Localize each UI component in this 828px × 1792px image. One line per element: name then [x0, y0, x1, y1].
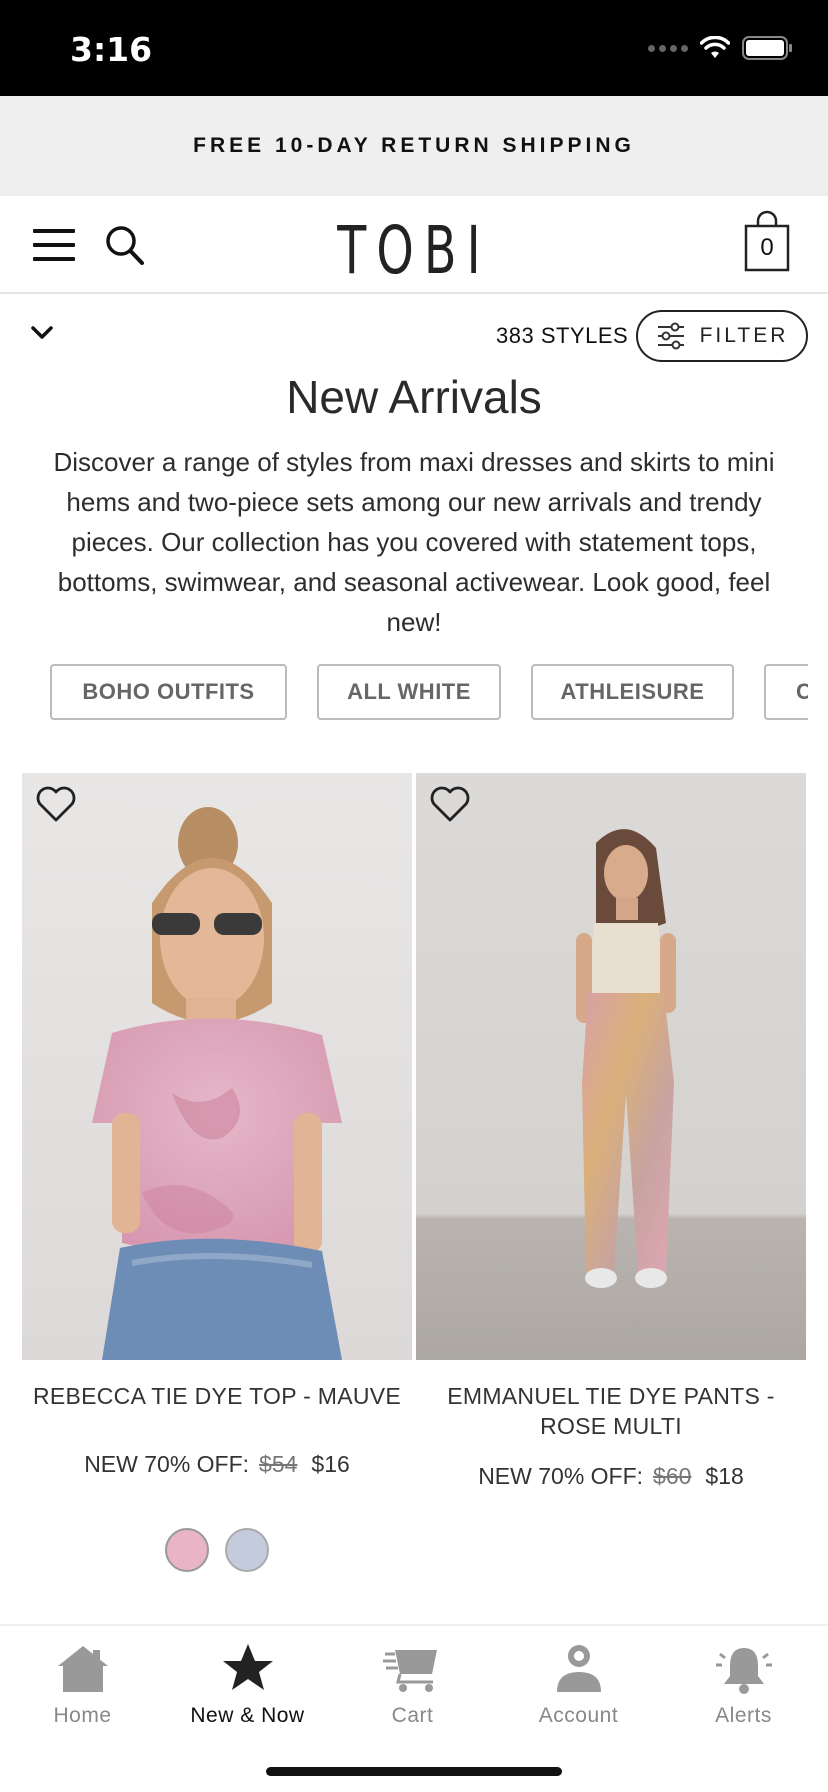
promo-banner[interactable]: FREE 10-DAY RETURN SHIPPING [0, 96, 828, 196]
status-icons [648, 36, 794, 60]
product-name[interactable]: REBECCA TIE DYE TOP - MAUVE [22, 1381, 412, 1411]
filter-button[interactable]: FILTER [636, 310, 808, 362]
product-photo-tie-dye-pants [416, 773, 806, 1360]
status-time: 3:16 [70, 30, 153, 69]
tab-account[interactable]: Account [496, 1640, 661, 1740]
hamburger-menu-icon[interactable] [33, 229, 75, 261]
page-title: New Arrivals [286, 371, 542, 423]
status-bar: 3:16 [0, 0, 828, 96]
sale-price: $18 [705, 1463, 744, 1489]
product-image[interactable] [22, 773, 412, 1360]
cellular-signal-icon [648, 44, 688, 52]
chip-partial[interactable]: C [764, 664, 808, 720]
styles-count: 383 STYLES [496, 323, 629, 348]
filter-label: FILTER [699, 324, 789, 347]
tab-label: Alerts [715, 1704, 772, 1727]
tab-label: Account [538, 1704, 619, 1727]
tab-label: New & Now [190, 1704, 305, 1727]
shopping-bag-button[interactable]: 0 [744, 210, 790, 272]
chip-all-white[interactable]: ALL WHITE [317, 664, 501, 720]
home-indicator[interactable] [266, 1767, 562, 1776]
original-price: $60 [653, 1463, 692, 1489]
product-price: NEW 70% OFF: $60 $18 [416, 1463, 806, 1490]
product-image[interactable] [416, 773, 806, 1360]
chip-athleisure[interactable]: ATHLEISURE [531, 664, 734, 720]
cart-icon [382, 1650, 437, 1692]
color-swatch-mauve[interactable] [165, 1528, 209, 1572]
heart-icon[interactable] [429, 785, 471, 823]
cart-count: 0 [760, 234, 774, 261]
product-photo-tie-dye-top [22, 773, 412, 1360]
original-price: $54 [259, 1451, 298, 1477]
tab-new-now[interactable]: New & Now [165, 1640, 330, 1740]
app-header: TOBI 0 [0, 196, 828, 294]
price-label: NEW 70% OFF: [478, 1463, 644, 1489]
price-label: NEW 70% OFF: [84, 1451, 250, 1477]
account-icon [556, 1645, 601, 1692]
chip-boho-outfits[interactable]: BOHO OUTFITS [50, 664, 287, 720]
filter-sliders-icon [657, 322, 684, 350]
page-description: Discover a range of styles from maxi dre… [53, 447, 775, 637]
category-chips[interactable]: BOHO OUTFITS ALL WHITE ATHLEISURE C [50, 664, 808, 720]
tab-cart[interactable]: Cart [330, 1640, 495, 1740]
sale-price: $16 [311, 1451, 350, 1477]
home-icon [57, 1646, 108, 1692]
wifi-icon [700, 36, 730, 58]
tab-alerts[interactable]: Alerts [661, 1640, 826, 1740]
battery-icon [742, 36, 792, 60]
bell-icon [715, 1648, 772, 1694]
product-price: NEW 70% OFF: $54 $16 [22, 1451, 412, 1478]
brand-logo[interactable]: TOBI [116, 212, 712, 289]
product-name[interactable]: EMMANUEL TIE DYE PANTS - ROSE MULTI [416, 1381, 806, 1441]
chevron-down-icon[interactable] [28, 322, 56, 342]
star-icon [222, 1644, 273, 1690]
heart-icon[interactable] [35, 785, 77, 823]
tab-home[interactable]: Home [0, 1640, 165, 1740]
color-swatch-blue[interactable] [225, 1528, 269, 1572]
tab-label: Cart [391, 1704, 434, 1727]
tab-label: Home [53, 1704, 112, 1727]
